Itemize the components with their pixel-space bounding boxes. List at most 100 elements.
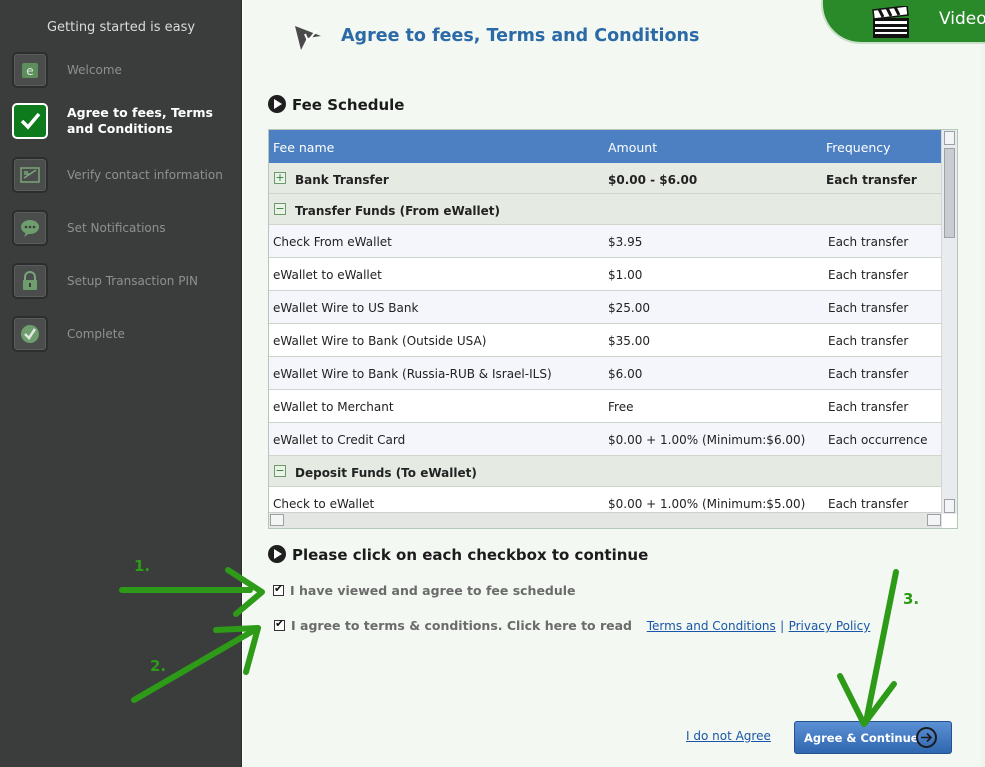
fee-agreement-checkbox[interactable] bbox=[273, 582, 284, 596]
frequency-cell: Each occurrence bbox=[828, 433, 928, 447]
play-bullet-icon bbox=[268, 545, 286, 563]
table-row: eWallet Wire to Bank (Russia-RUB & Israe… bbox=[269, 357, 942, 390]
arrow-right-circle-icon bbox=[916, 727, 937, 748]
scroll-right-arrow-icon[interactable] bbox=[927, 514, 941, 526]
sidebar: Getting started is easy e Welcome Agree … bbox=[0, 0, 242, 767]
annotation-label-1: 1. bbox=[134, 557, 151, 575]
table-header: Fee name Amount Frequency bbox=[269, 130, 942, 163]
column-header-frequency[interactable]: Frequency bbox=[826, 140, 891, 155]
step-label-line1: Agree to fees, Terms bbox=[67, 105, 213, 120]
amount-cell: $1.00 bbox=[608, 268, 643, 282]
fee-name-cell: Bank Transfer bbox=[295, 173, 389, 187]
fee-name-cell: Deposit Funds (To eWallet) bbox=[295, 466, 477, 480]
fee-agreement-label[interactable]: I have viewed and agree to fee schedule bbox=[290, 583, 576, 598]
speech-bubble-icon bbox=[12, 210, 48, 246]
checkmark-icon bbox=[12, 103, 48, 139]
collapse-icon[interactable]: − bbox=[274, 465, 286, 477]
step-label: Setup Transaction PIN bbox=[67, 274, 198, 288]
table-row: eWallet to eWallet $1.00 Each transfer bbox=[269, 258, 942, 291]
fee-schedule-heading: Fee Schedule bbox=[268, 95, 405, 114]
terms-agreement-checkbox[interactable] bbox=[274, 617, 285, 631]
page-title: Agree to fees, Terms and Conditions bbox=[341, 26, 700, 46]
fee-name-cell: eWallet Wire to Bank (Outside USA) bbox=[273, 334, 487, 348]
fee-name-cell: Check to eWallet bbox=[273, 497, 375, 511]
amount-cell: $3.95 bbox=[608, 235, 643, 249]
frequency-cell: Each transfer bbox=[828, 334, 909, 348]
arrow-logo-icon bbox=[295, 26, 321, 50]
frequency-cell: Each transfer bbox=[828, 497, 909, 511]
content-area: Agree to fees, Terms and Conditions Vide… bbox=[243, 0, 985, 767]
expand-icon[interactable]: + bbox=[274, 172, 286, 184]
terms-link[interactable]: Terms and Conditions bbox=[647, 619, 776, 633]
fee-name-cell: Transfer Funds (From eWallet) bbox=[295, 204, 501, 218]
collapse-icon[interactable]: − bbox=[274, 203, 286, 215]
frequency-cell: Each transfer bbox=[828, 268, 909, 282]
amount-cell: $25.00 bbox=[608, 301, 650, 315]
scroll-down-arrow-icon[interactable] bbox=[944, 499, 955, 513]
frequency-cell: Each transfer bbox=[828, 400, 909, 414]
column-header-amount[interactable]: Amount bbox=[608, 140, 657, 155]
sidebar-title: Getting started is easy bbox=[46, 20, 196, 35]
step-label: Welcome bbox=[67, 63, 122, 77]
sidebar-step-complete[interactable]: Complete bbox=[12, 316, 240, 354]
checkmark-badge-icon bbox=[12, 316, 48, 352]
scroll-left-arrow-icon[interactable] bbox=[270, 514, 284, 526]
do-not-agree-link[interactable]: I do not Agree bbox=[686, 729, 771, 743]
agree-continue-button[interactable]: Agree & Continue bbox=[794, 721, 952, 754]
play-bullet-icon bbox=[268, 95, 286, 113]
step-label: Agree to fees, Terms and Conditions bbox=[67, 105, 213, 137]
vertical-scrollbar[interactable] bbox=[941, 130, 957, 514]
ewallet-icon: e bbox=[12, 52, 48, 88]
annotation-label-3: 3. bbox=[903, 590, 920, 608]
terms-agreement-label[interactable]: I agree to terms & conditions. Click her… bbox=[291, 618, 632, 633]
table-group-row[interactable]: − Transfer Funds (From eWallet) bbox=[269, 194, 942, 225]
terms-agreement-row: I agree to terms & conditions. Click her… bbox=[274, 617, 871, 633]
agree-continue-label: Agree & Continue bbox=[804, 731, 919, 745]
sidebar-step-verify-contact[interactable]: Verify contact information bbox=[12, 157, 240, 195]
horizontal-scrollbar[interactable] bbox=[269, 512, 942, 528]
scroll-up-arrow-icon[interactable] bbox=[944, 131, 955, 145]
fee-name-cell: Check From eWallet bbox=[273, 235, 392, 249]
fee-name-cell: eWallet Wire to US Bank bbox=[273, 301, 419, 315]
amount-cell: $6.00 bbox=[608, 367, 643, 381]
amount-cell: Free bbox=[608, 400, 634, 414]
table-row: eWallet Wire to Bank (Outside USA) $35.00… bbox=[269, 324, 942, 357]
sidebar-step-pin[interactable]: Setup Transaction PIN bbox=[12, 263, 240, 301]
annotation-label-2: 2. bbox=[150, 657, 167, 675]
table-row: eWallet to Merchant Free Each transfer bbox=[269, 390, 942, 423]
step-label: Set Notifications bbox=[67, 221, 166, 235]
frequency-cell: Each transfer bbox=[828, 235, 909, 249]
amount-cell: $0.00 + 1.00% (Minimum:$5.00) bbox=[608, 497, 806, 511]
privacy-link[interactable]: Privacy Policy bbox=[789, 619, 871, 633]
scroll-thumb[interactable] bbox=[944, 148, 955, 238]
fee-name-cell: eWallet Wire to Bank (Russia-RUB & Israe… bbox=[273, 367, 552, 381]
table-row: eWallet to Credit Card $0.00 + 1.00% (Min… bbox=[269, 423, 942, 456]
step-label: Verify contact information bbox=[67, 168, 223, 182]
column-header-fee-name[interactable]: Fee name bbox=[273, 140, 334, 155]
fee-agreement-row: I have viewed and agree to fee schedule bbox=[273, 582, 576, 598]
clapperboard-icon[interactable] bbox=[871, 6, 911, 40]
sidebar-step-agree[interactable]: Agree to fees, Terms and Conditions bbox=[12, 103, 240, 141]
fee-name-cell: eWallet to eWallet bbox=[273, 268, 382, 282]
step-label: Complete bbox=[67, 327, 125, 341]
fee-name-cell: eWallet to Credit Card bbox=[273, 433, 406, 447]
table-group-row[interactable]: + Bank Transfer $0.00 - $6.00 Each transfer bbox=[269, 163, 942, 194]
svg-text:e: e bbox=[26, 64, 33, 78]
table-row: eWallet Wire to US Bank $25.00 Each transf… bbox=[269, 291, 942, 324]
table-group-row[interactable]: − Deposit Funds (To eWallet) bbox=[269, 456, 942, 487]
consent-heading: Please click on each checkbox to continu… bbox=[268, 545, 648, 564]
padlock-icon bbox=[12, 263, 48, 299]
table-row: Check From eWallet $3.95 Each transfer bbox=[269, 225, 942, 258]
sidebar-step-welcome[interactable]: e Welcome bbox=[12, 52, 240, 90]
sidebar-step-notifications[interactable]: Set Notifications bbox=[12, 210, 240, 248]
frequency-cell: Each transfer bbox=[826, 173, 917, 187]
fee-table: Fee name Amount Frequency + Bank Transfer… bbox=[268, 129, 958, 529]
step-label-line2: and Conditions bbox=[67, 121, 173, 136]
video-label[interactable]: Video bbox=[939, 9, 985, 29]
main-panel: Agree to fees, Terms and Conditions Vide… bbox=[243, 0, 985, 767]
frequency-cell: Each transfer bbox=[828, 367, 909, 381]
link-separator: | bbox=[780, 619, 785, 633]
contact-card-icon bbox=[12, 157, 48, 193]
fee-schedule-heading-text: Fee Schedule bbox=[292, 96, 405, 114]
frequency-cell: Each transfer bbox=[828, 301, 909, 315]
